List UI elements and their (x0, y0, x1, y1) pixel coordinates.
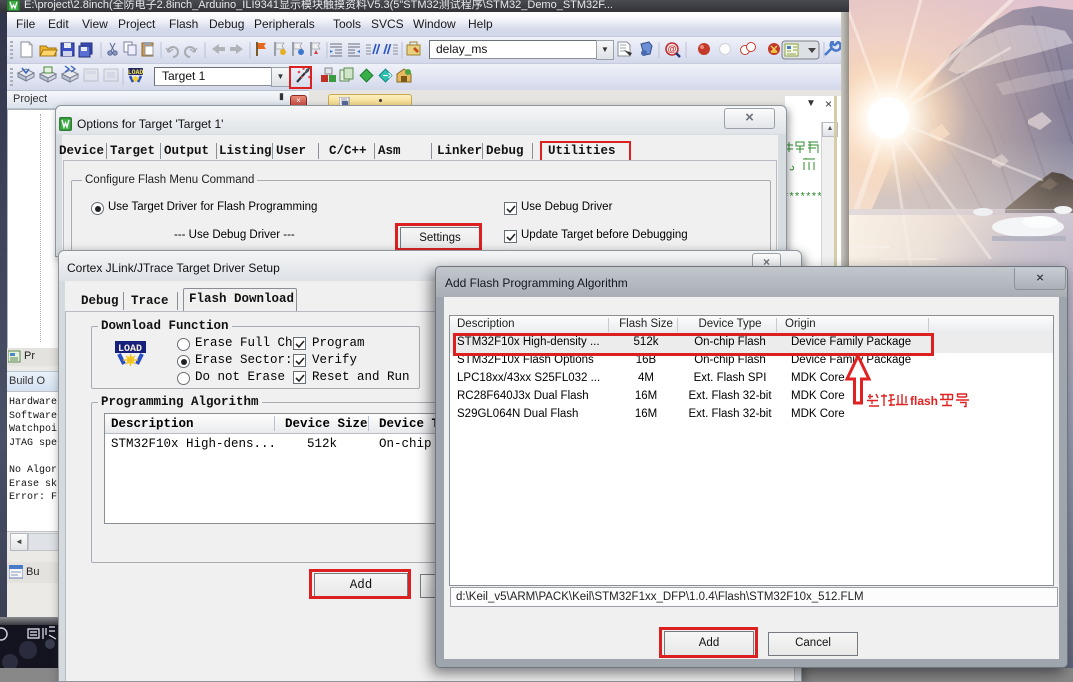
svg-text:LOAD: LOAD (128, 69, 144, 76)
svg-text:LOAD: LOAD (118, 344, 142, 355)
svg-text:@: @ (668, 44, 677, 54)
